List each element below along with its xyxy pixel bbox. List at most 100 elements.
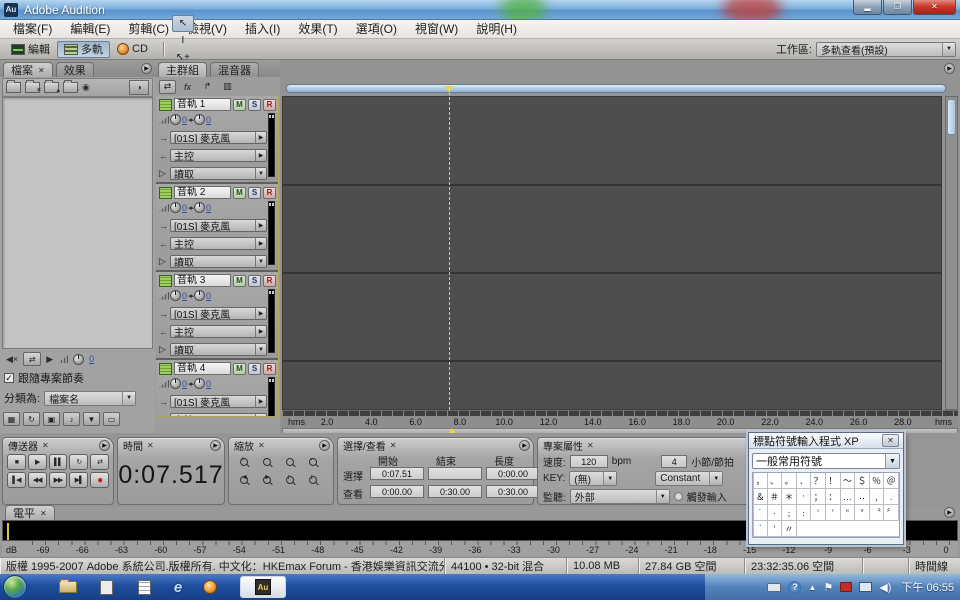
show-options-button[interactable]: ◑ [129,80,149,95]
symbol-cell[interactable]: ” [855,505,870,521]
mute-button[interactable]: M [233,99,246,111]
track-output-field[interactable]: 主控 ▶ [170,325,267,338]
time-display[interactable]: 0:07.517 [118,461,224,490]
zoom-in-vertically-button[interactable]: ↕ [280,472,300,488]
symbol-cell[interactable]: ‘ [811,505,826,521]
tempo-field[interactable]: 120 [570,455,608,468]
symbol-cell[interactable]: ﹕ [797,505,812,521]
horizontal-pan-scrollbar[interactable] [286,84,946,93]
solo-button[interactable]: S [248,275,261,287]
dropdown-arrow-icon[interactable]: ▼ [603,472,616,485]
play-button[interactable]: ▶ [28,454,47,470]
start-button[interactable] [3,575,27,599]
preview-volume-knob[interactable] [73,354,84,365]
zoom-out-full-button[interactable] [280,454,300,470]
stop-button[interactable]: ■ [7,454,26,470]
taskbar-audition-button[interactable]: Au [240,576,286,598]
symbol-cell[interactable]: … [841,489,856,505]
track-pan-value[interactable]: 0 [206,291,211,301]
symbol-cell[interactable]: ˙ [753,505,768,521]
levels-panel-menu-button[interactable]: ▶ [944,507,955,518]
loop-playback-button[interactable]: ⇄ [23,352,41,366]
record-button[interactable]: ● [90,472,109,488]
maximize-button[interactable]: ❐ [883,0,912,15]
track-pan-knob[interactable] [194,202,205,213]
multitrack-view-button[interactable]: 多軌 [57,41,110,58]
symbol-cell[interactable]: ′ [768,521,783,537]
preview-volume-value[interactable]: 0 [89,354,94,364]
quicklaunch-folder-icon[interactable] [56,578,80,596]
keyboard-layout-icon[interactable] [767,583,781,592]
view-length-field[interactable]: 0:30.00 [486,485,540,498]
track-volume-knob[interactable] [170,202,181,213]
tab-main-group[interactable]: 主群組 [158,62,207,77]
track-input-field[interactable]: [01S] 麥克風 ▶ [170,307,267,320]
go-to-beginning-button[interactable]: ▌◀ [7,472,26,488]
tab-effects[interactable]: 效果 [56,62,94,77]
symbol-cell[interactable]: 〞 [884,505,899,521]
import-file-icon[interactable] [6,82,21,93]
dropdown-arrow-icon[interactable]: ▼ [656,490,669,503]
play-looped-button[interactable]: ↻ [69,454,88,470]
selection-end-field[interactable] [428,467,482,480]
vertical-scrollbar[interactable] [945,96,958,410]
symbol-cell[interactable]: ， [753,473,768,489]
show-hidden-icons-button[interactable]: ▲ [808,583,816,592]
input-menu-icon[interactable]: ▶ [255,132,266,143]
solo-button[interactable]: S [248,99,261,111]
menu-item[interactable]: 檔案(F) [4,20,61,39]
zoom-in-left-edge-button[interactable]: ◄ [234,472,254,488]
track-volume-value[interactable]: 0 [182,291,187,301]
mute-speaker-icon[interactable]: ◀× [6,354,18,365]
go-to-end-button[interactable]: ▶▌ [69,472,88,488]
track-volume-knob[interactable] [170,290,181,301]
mute-button[interactable]: M [233,275,246,287]
symbol-cell[interactable]: ！ [826,473,841,489]
close-button[interactable]: ✕ [913,0,956,15]
dropdown-arrow-icon[interactable]: ▼ [885,454,899,468]
files-view-button[interactable]: ▼ [83,412,100,426]
track-input-field[interactable]: [01S] 麥克風 ▶ [170,131,267,144]
files-view-button[interactable]: ▦ [3,412,20,426]
view-begin-field[interactable]: 0:00.00 [370,485,424,498]
key-combo[interactable]: (無) ▼ [569,471,617,486]
tab-files[interactable]: 檔案 ✕ [3,62,53,77]
time-ruler[interactable]: hms 2.04.06.08.010.012.014.016.018.020.0… [282,410,958,428]
tab-close-icon[interactable]: ✕ [38,66,45,75]
dropdown-arrow-icon[interactable]: ▼ [122,392,135,405]
tab-close-icon[interactable]: ✕ [147,441,154,450]
punctuation-close-button[interactable]: ✕ [882,434,899,447]
playhead-line[interactable] [449,92,450,410]
track-pan-value[interactable]: 0 [206,379,211,389]
symbol-cell[interactable]: “ [841,505,856,521]
record-arm-button[interactable]: R [263,275,276,287]
taskbar-clock[interactable]: 下午 06:55 [901,579,954,595]
track-input-field[interactable]: [01S] 麥克風 ▶ [170,395,267,408]
symbol-cell[interactable]: ． [797,473,812,489]
automation-menu-icon[interactable]: ▼ [255,168,266,179]
insert-into-cd-icon[interactable]: ◦ [63,82,78,93]
symbol-category-combo[interactable]: 一般常用符號 ▼ [752,453,900,469]
punctuation-window-titlebar[interactable]: 標點符號輸入程式 XP ✕ [749,433,903,449]
insert-into-multitrack-icon[interactable]: ▴ [44,82,59,93]
symbol-cell[interactable]: ； [811,489,826,505]
quicklaunch-notepad-icon[interactable] [132,578,156,596]
edit-view-button[interactable]: 編輯 [4,41,57,58]
menu-item[interactable]: 視窗(W) [406,20,467,39]
track-pan-knob[interactable] [194,378,205,389]
record-arm-button[interactable]: R [263,363,276,375]
transport-panel-menu-button[interactable]: ▶ [99,440,110,451]
rewind-button[interactable]: ◀◀ [28,472,47,488]
record-arm-button[interactable]: R [263,187,276,199]
menu-item[interactable]: 效果(T) [289,20,346,39]
input-menu-icon[interactable]: ▶ [255,308,266,319]
title-bar[interactable]: Au Adobe Audition ▂ ❐ ✕ [0,0,960,20]
minimize-button[interactable]: ▂ [853,0,882,15]
output-menu-icon[interactable]: ▶ [255,150,266,161]
symbol-cell[interactable]: 。 [782,473,797,489]
zoom-out-button[interactable]: − [257,454,277,470]
cd-view-button[interactable]: CD [110,41,155,58]
volume-icon[interactable]: ◀) [879,581,891,594]
battery-icon[interactable] [840,582,852,592]
view-end-field[interactable]: 0:30.00 [428,485,482,498]
